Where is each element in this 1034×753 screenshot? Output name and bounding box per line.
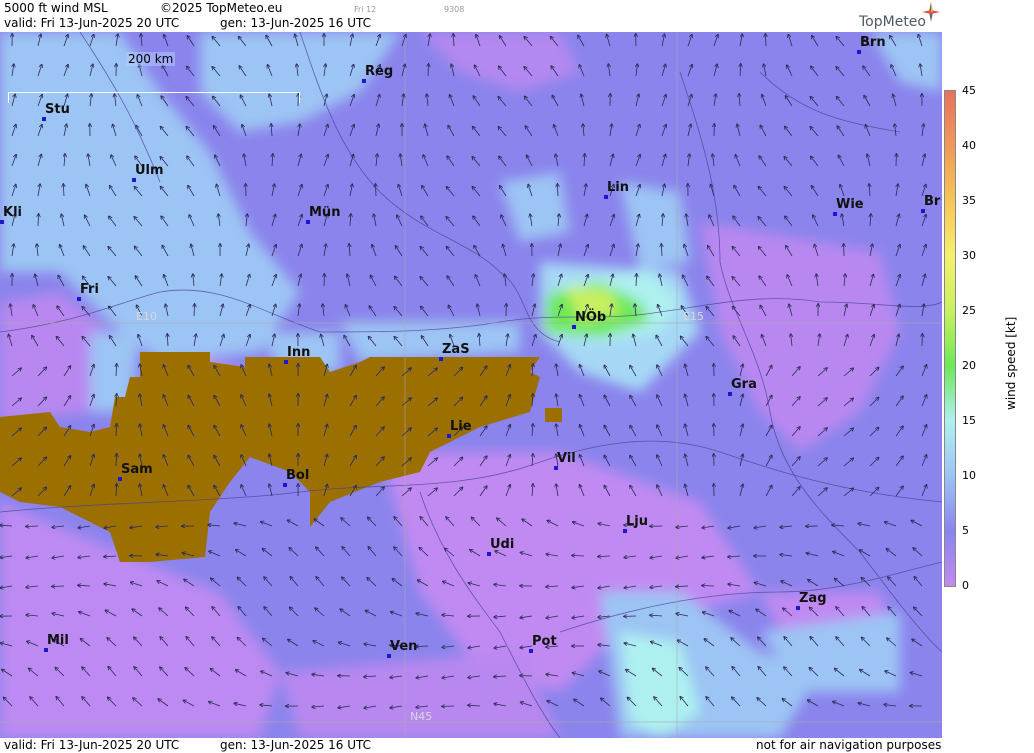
grid-label-n45: N45	[410, 710, 433, 723]
wind-arrow	[428, 64, 429, 77]
city-marker-reg	[362, 79, 366, 83]
city-marker-zas	[439, 357, 443, 361]
city-label-lie: Lie	[450, 419, 472, 434]
city-label-kli: Kli	[3, 205, 22, 220]
legend-color-bar	[944, 90, 956, 587]
city-marker-lju	[623, 529, 627, 533]
city-label-vil: Vil	[557, 451, 576, 466]
city-marker-sam	[118, 477, 122, 481]
city-label-wie: Wie	[836, 197, 864, 212]
footer-valid-time: valid: Fri 13-Jun-2025 20 UTC	[4, 738, 180, 752]
city-label-reg: Reg	[365, 64, 394, 79]
city-label-udi: Udi	[490, 537, 515, 552]
legend-tick: 15	[962, 414, 976, 427]
city-marker-wie	[833, 212, 837, 216]
tiny-label: Fri 12	[354, 5, 377, 14]
city-marker-ven	[387, 654, 391, 658]
city-label-ulm: Ulm	[135, 163, 164, 178]
legend-tick: 30	[962, 249, 976, 262]
legend-tick: 5	[962, 524, 969, 537]
city-marker-ulm	[132, 178, 136, 182]
city-marker-inn	[284, 360, 288, 364]
city-label-brn: Brn	[860, 35, 886, 50]
city-marker-vil	[554, 466, 558, 470]
city-marker-udi	[487, 552, 491, 556]
legend-title: wind speed [kt]	[1004, 316, 1018, 410]
grid-label-e15: E15	[683, 310, 704, 323]
tiny-label: 9308	[444, 5, 465, 14]
legend-tick: 45	[962, 84, 976, 97]
city-label-pot: Pot	[532, 634, 557, 649]
product-title: 5000 ft wind MSL	[4, 1, 108, 15]
city-marker-nob	[572, 325, 576, 329]
legend-tick: 25	[962, 304, 976, 317]
city-label-ven: Ven	[390, 639, 418, 654]
city-label-mil: Mil	[47, 633, 69, 648]
wind-arrow	[376, 184, 377, 197]
wind-speed-legend: 45 40 35 30 25 20 15 10 5 0 wind speed [kt]	[942, 0, 1034, 753]
generated-time: gen: 13-Jun-2025 16 UTC	[220, 16, 372, 30]
city-marker-brn	[857, 50, 861, 54]
city-label-sam: Sam	[121, 462, 153, 477]
city-marker-br	[921, 209, 925, 213]
city-label-lin: Lin	[607, 180, 629, 195]
city-marker-lin	[604, 195, 608, 199]
city-label-gra: Gra	[731, 377, 757, 392]
city-label-fri: Fri	[80, 282, 99, 297]
city-marker-gra	[728, 392, 732, 396]
map-header: 5000 ft wind MSL ©2025 TopMeteo.eu Fri 1…	[0, 0, 942, 32]
copyright: ©2025 TopMeteo.eu	[160, 1, 283, 15]
wind-arrow	[702, 586, 715, 587]
city-marker-kli	[0, 220, 4, 224]
footer-generated-time: gen: 13-Jun-2025 16 UTC	[220, 738, 372, 752]
valid-time: valid: Fri 13-Jun-2025 20 UTC	[4, 16, 180, 30]
legend-tick: 40	[962, 139, 976, 152]
city-label-zag: Zag	[799, 591, 827, 606]
city-marker-bol	[283, 483, 287, 487]
wind-arrow	[26, 526, 39, 527]
city-label-mun: Mün	[309, 205, 341, 220]
legend-tick: 10	[962, 469, 976, 482]
wind-arrow	[416, 646, 429, 647]
wind-arrow	[52, 586, 65, 587]
city-label-bol: Bol	[286, 468, 310, 483]
city-marker-pot	[529, 649, 533, 653]
legend-tick: 35	[962, 194, 976, 207]
city-label-lju: Lju	[626, 514, 648, 529]
topmeteo-logo: TopMeteo	[859, 14, 926, 30]
legend-tick: 20	[962, 359, 976, 372]
city-label-stu: Stu	[45, 102, 70, 117]
compass-logo-icon	[922, 2, 940, 22]
city-marker-mun	[306, 220, 310, 224]
map-footer: valid: Fri 13-Jun-2025 20 UTC gen: 13-Ju…	[0, 738, 942, 753]
city-label-inn: Inn	[287, 345, 311, 360]
city-label-zas: ZaS	[442, 342, 470, 357]
grid-label-e10: E10	[136, 310, 157, 323]
disclaimer: not for air navigation purposes	[756, 738, 942, 752]
wind-map[interactable]: 200 km E10 E15 N45 Stu Reg Brn Ulm Kli Mün Lin…	[0, 32, 942, 738]
city-marker-lie	[447, 434, 451, 438]
city-label-nob: NÖb	[575, 310, 607, 325]
city-marker-stu	[42, 117, 46, 121]
scale-bar-label: 200 km	[126, 52, 176, 66]
city-marker-mil	[44, 648, 48, 652]
city-label-br: Br	[924, 194, 941, 209]
wind-speed-field	[0, 32, 942, 738]
city-marker-zag	[796, 606, 800, 610]
legend-tick: 0	[962, 579, 969, 592]
city-marker-fri	[77, 297, 81, 301]
